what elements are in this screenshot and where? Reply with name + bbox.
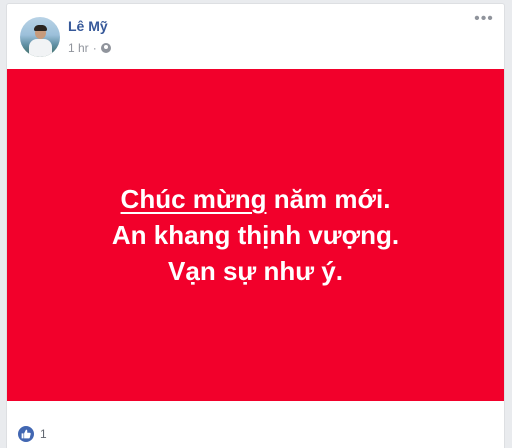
meta-separator: ·: [92, 41, 97, 55]
post-meta: 1 hr ·: [68, 41, 111, 55]
reaction-count: 1: [40, 427, 47, 441]
thumbs-up-icon: [21, 429, 31, 439]
author-name[interactable]: Lê Mỹ: [68, 18, 108, 34]
avatar-hair: [34, 25, 47, 31]
greeting-link[interactable]: Chúc mừng: [121, 184, 267, 214]
more-options-icon[interactable]: •••: [474, 11, 494, 30]
like-icon: [18, 426, 34, 442]
globe-icon[interactable]: [100, 43, 111, 53]
reaction-summary[interactable]: 1: [18, 426, 47, 442]
banner-line-3: Vạn sự như ý.: [168, 256, 343, 286]
post-text-banner: Chúc mừng năm mới. An khang thịnh vượng.…: [7, 69, 504, 401]
banner-line-1: Chúc mừng năm mới.: [121, 181, 391, 217]
post-timestamp[interactable]: 1 hr: [68, 41, 89, 55]
post-card: Lê Mỹ 1 hr · ••• Chúc mừng năm mới. An k…: [6, 3, 505, 448]
avatar[interactable]: [20, 17, 60, 57]
banner-line-1-rest: năm mới.: [266, 184, 391, 214]
avatar-body: [29, 39, 52, 57]
banner-line-2: An khang thịnh vượng.: [111, 220, 400, 250]
